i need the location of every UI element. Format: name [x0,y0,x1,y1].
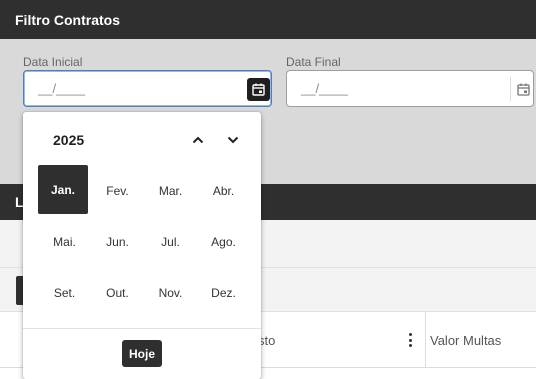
picker-year-label[interactable]: 2025 [53,132,84,148]
month-nov[interactable]: Nov. [144,267,197,318]
month-jul[interactable]: Jul. [144,216,197,267]
start-date-calendar-button[interactable] [247,78,270,101]
picker-divider [23,328,261,329]
month-picker-popup: 2025 Jan. Fev. Mar. Abr. Mai. Jun. Jul. … [23,112,261,379]
month-jan[interactable]: Jan. [38,165,88,214]
calendar-icon [517,83,530,96]
start-date-label: Data Inicial [23,55,83,69]
month-mar[interactable]: Mar. [144,165,197,216]
month-may[interactable]: Mai. [38,216,91,267]
column-header-title[interactable]: Valor Multas [430,333,501,348]
month-oct[interactable]: Out. [91,267,144,318]
calendar-icon [252,83,265,96]
today-button[interactable]: Hoje [122,340,162,367]
month-aug[interactable]: Ago. [197,216,250,267]
start-date-input[interactable]: __/____ [23,70,272,107]
previous-year-button[interactable] [188,130,208,150]
month-apr[interactable]: Abr. [197,165,250,216]
end-date-calendar-button[interactable] [510,77,536,101]
chevron-down-icon [227,136,239,144]
month-feb[interactable]: Fev. [91,165,144,216]
chevron-up-icon [192,136,204,144]
column-menu-icon[interactable] [405,331,415,349]
month-jun[interactable]: Jun. [91,216,144,267]
filter-panel-title: Filtro Contratos [15,12,120,28]
month-dec[interactable]: Dez. [197,267,250,318]
next-year-button[interactable] [223,130,243,150]
month-sep[interactable]: Set. [38,267,91,318]
filter-panel-header: Filtro Contratos [0,0,536,39]
month-grid: Jan. Fev. Mar. Abr. Mai. Jun. Jul. Ago. … [38,165,250,320]
end-date-input[interactable]: __/____ [286,70,534,107]
column-divider[interactable] [425,312,426,368]
end-date-label: Data Final [286,55,341,69]
